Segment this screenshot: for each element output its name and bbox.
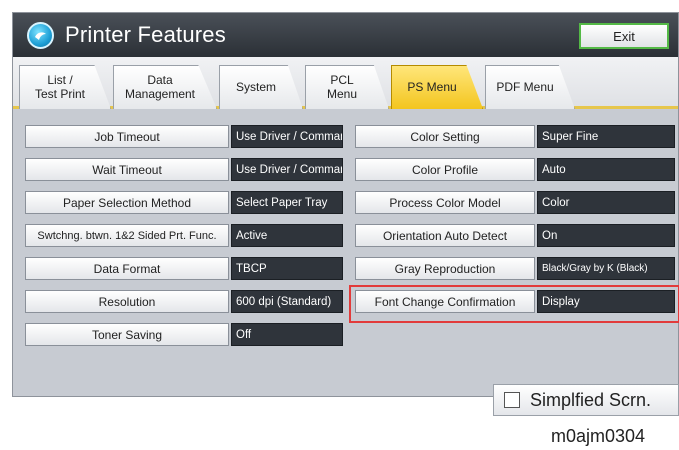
callout-highlight-box <box>349 285 679 323</box>
tab-list-test-print[interactable]: List / Test Print <box>19 65 111 109</box>
setting-label[interactable]: Process Color Model <box>355 191 535 214</box>
printer-features-icon <box>27 22 54 49</box>
footer: Simplfied Scrn. m0ajm0304 <box>0 384 679 450</box>
setting-value: Active <box>231 224 343 247</box>
setting-row-process-color-model[interactable]: Process Color Model Color <box>355 191 675 214</box>
setting-label[interactable]: Wait Timeout <box>25 158 229 181</box>
setting-label[interactable]: Color Setting <box>355 125 535 148</box>
tab-strip: List / Test Print Data Management System… <box>13 57 678 109</box>
tab-label: PS Menu <box>407 79 457 94</box>
setting-value: Off <box>231 323 343 346</box>
setting-row-data-format[interactable]: Data Format TBCP <box>25 257 343 280</box>
tab-label: PDF Menu <box>496 79 554 94</box>
setting-label[interactable]: Gray Reproduction <box>355 257 535 280</box>
setting-row-resolution[interactable]: Resolution 600 dpi (Standard) <box>25 290 343 313</box>
checkbox-icon <box>504 392 520 408</box>
setting-label[interactable]: Swtchng. btwn. 1&2 Sided Prt. Func. <box>25 224 229 247</box>
tab-label: List / Test Print <box>34 73 85 101</box>
simplified-screen-label: Simplfied Scrn. <box>530 389 652 410</box>
setting-row-color-profile[interactable]: Color Profile Auto <box>355 158 675 181</box>
setting-row-orientation-auto-detect[interactable]: Orientation Auto Detect On <box>355 224 675 247</box>
setting-value: Use Driver / Command <box>231 158 343 181</box>
setting-row-color-setting[interactable]: Color Setting Super Fine <box>355 125 675 148</box>
setting-value: Auto <box>537 158 675 181</box>
setting-value: Use Driver / Command <box>231 125 343 148</box>
exit-button[interactable]: Exit <box>579 23 669 49</box>
setting-value: TBCP <box>231 257 343 280</box>
tab-pdf-menu[interactable]: PDF Menu <box>485 65 575 109</box>
settings-content: Job Timeout Use Driver / Command Wait Ti… <box>13 112 679 396</box>
setting-row-gray-reproduction[interactable]: Gray Reproduction Black/Gray by K (Black… <box>355 257 675 280</box>
setting-value: Super Fine <box>537 125 675 148</box>
setting-row-1-2-sided-switch[interactable]: Swtchng. btwn. 1&2 Sided Prt. Func. Acti… <box>25 224 343 247</box>
setting-value: Select Paper Tray <box>231 191 343 214</box>
setting-label[interactable]: Job Timeout <box>25 125 229 148</box>
tab-label: System <box>235 79 276 94</box>
setting-label[interactable]: Color Profile <box>355 158 535 181</box>
setting-label[interactable]: Resolution <box>25 290 229 313</box>
title-bar: Printer Features Exit <box>13 13 678 57</box>
figure-code: m0ajm0304 <box>551 426 646 446</box>
tab-data-management[interactable]: Data Management <box>113 65 217 109</box>
setting-row-paper-selection-method[interactable]: Paper Selection Method Select Paper Tray <box>25 191 343 214</box>
printer-features-panel: Printer Features Exit List / Test Print … <box>12 12 679 397</box>
setting-value: On <box>537 224 675 247</box>
simplified-screen-button[interactable]: Simplfied Scrn. <box>493 384 679 416</box>
setting-label[interactable]: Orientation Auto Detect <box>355 224 535 247</box>
window-title: Printer Features <box>65 22 226 47</box>
setting-row-job-timeout[interactable]: Job Timeout Use Driver / Command <box>25 125 343 148</box>
tab-ps-menu[interactable]: PS Menu <box>391 65 483 109</box>
tab-system[interactable]: System <box>219 65 303 109</box>
setting-label[interactable]: Data Format <box>25 257 229 280</box>
tab-label: PCL Menu <box>326 73 358 101</box>
setting-label[interactable]: Paper Selection Method <box>25 191 229 214</box>
setting-value: Black/Gray by K (Black) <box>537 257 675 280</box>
setting-row-toner-saving[interactable]: Toner Saving Off <box>25 323 343 346</box>
setting-label[interactable]: Toner Saving <box>25 323 229 346</box>
setting-row-wait-timeout[interactable]: Wait Timeout Use Driver / Command <box>25 158 343 181</box>
tab-label: Data Management <box>124 73 196 101</box>
setting-value: 600 dpi (Standard) <box>231 290 343 313</box>
setting-value: Color <box>537 191 675 214</box>
tab-pcl-menu[interactable]: PCL Menu <box>305 65 389 109</box>
